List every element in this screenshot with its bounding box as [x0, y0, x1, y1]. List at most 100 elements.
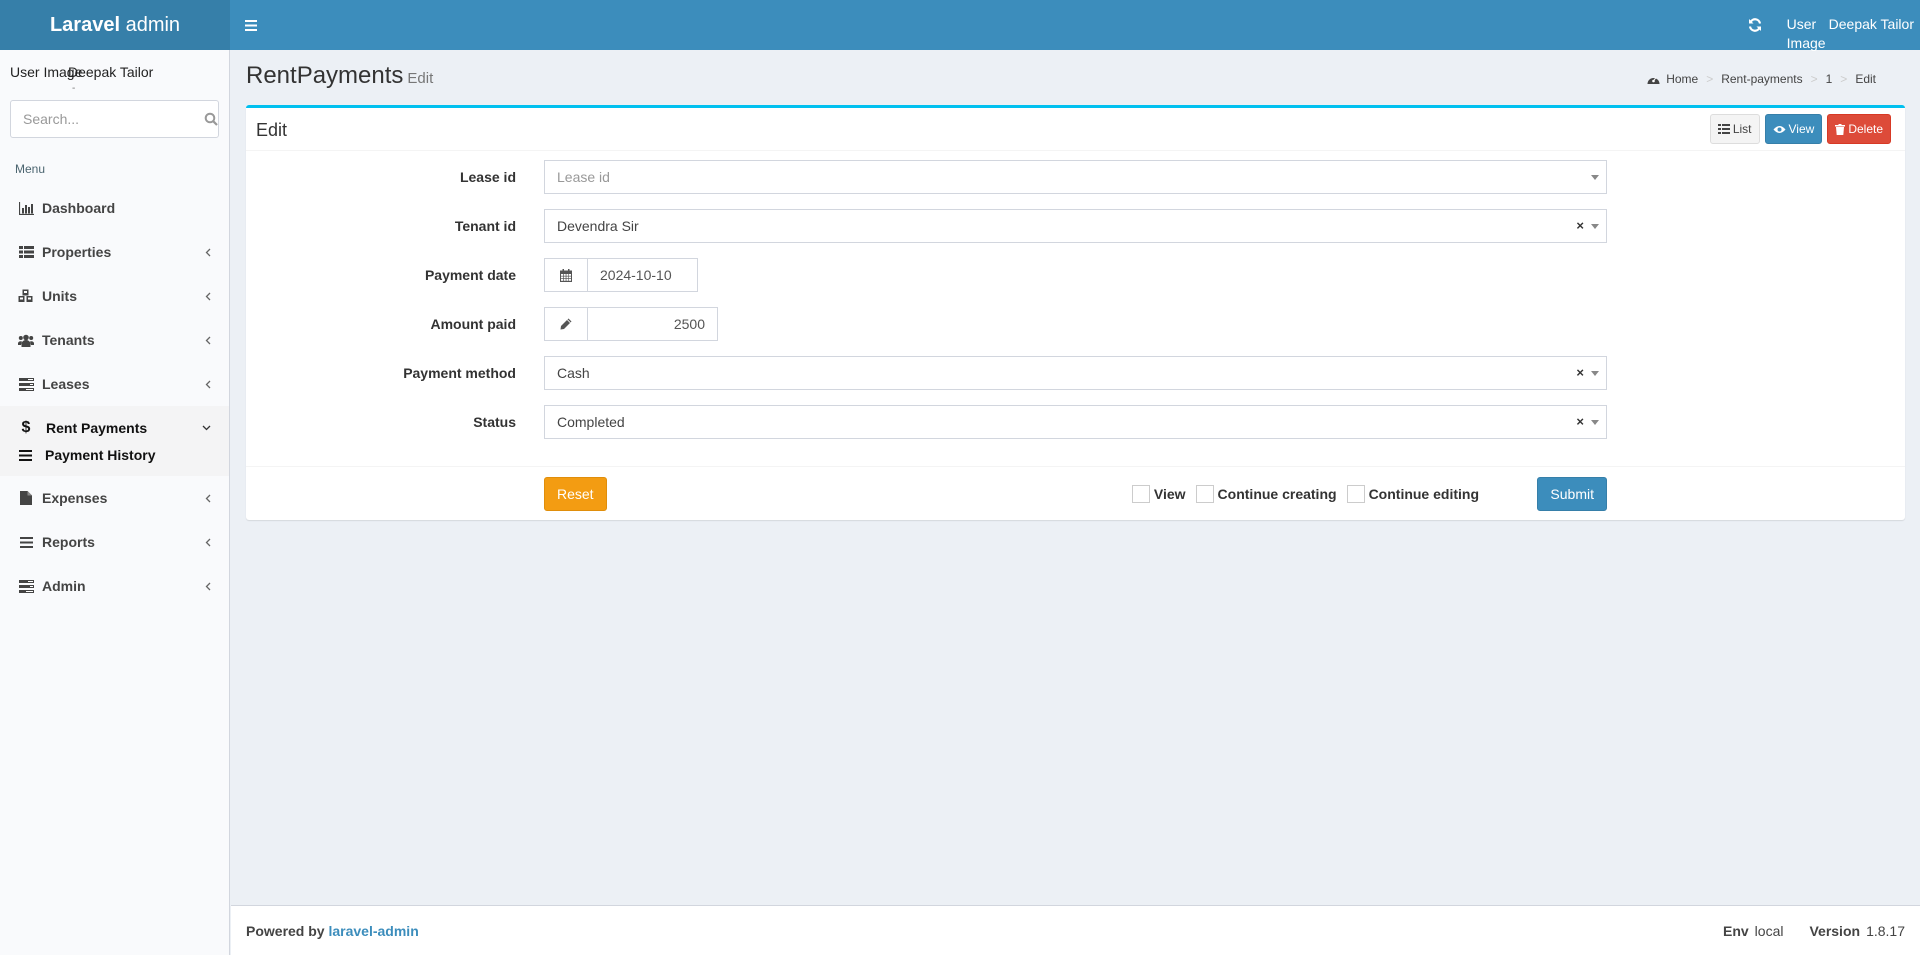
continue-creating-checkbox[interactable]: Continue creating	[1195, 485, 1337, 503]
menu-header: Menu	[15, 162, 46, 176]
pencil-addon	[544, 307, 588, 341]
sidebar-item-label: Admin	[42, 578, 86, 594]
after-save-options: View Continue creating Continue editing	[1131, 477, 1479, 511]
breadcrumb-separator: >	[1840, 72, 1848, 86]
payment-method-value: Cash	[557, 365, 590, 381]
user-menu[interactable]: User Image Deepak Tailor	[1787, 0, 1920, 53]
sidebar-item-label: Rent Payments	[46, 420, 148, 436]
chevron-left-icon	[205, 230, 211, 274]
clear-icon[interactable]: ×	[1576, 406, 1584, 438]
edit-form-box: Edit List View Delete Lease id Lease id	[246, 105, 1905, 520]
chevron-left-icon	[205, 318, 211, 362]
users-icon	[18, 334, 34, 347]
sidebar-search	[10, 100, 219, 138]
refresh-button[interactable]	[1735, 0, 1775, 50]
view-checkbox[interactable]: View	[1131, 485, 1186, 503]
box-tools: List View Delete	[1709, 114, 1891, 144]
sidebar-item-leases[interactable]: Leases	[0, 362, 229, 406]
status-label: Status	[473, 414, 516, 430]
checkbox-box[interactable]	[1195, 485, 1214, 503]
chevron-left-icon	[205, 564, 211, 608]
breadcrumb-separator: >	[1706, 72, 1714, 86]
form-row-payment-method: Payment method Cash ×	[246, 356, 1646, 390]
sidebar-toggle-button[interactable]	[236, 0, 266, 50]
clear-icon[interactable]: ×	[1576, 210, 1584, 242]
sidebar-user-status: -	[72, 83, 76, 94]
sidebar-item-label: Expenses	[42, 490, 108, 506]
sidebar-item-properties[interactable]: Properties	[0, 230, 229, 274]
powered-by: Powered by laravel-admin	[246, 923, 419, 939]
search-button[interactable]	[204, 102, 218, 136]
form-row-amount-paid: Amount paid	[246, 307, 1646, 341]
env-version: Env local Version 1.8.17	[1723, 923, 1905, 939]
sidebar-item-dashboard[interactable]: Dashboard	[0, 186, 229, 230]
env-value: local	[1754, 923, 1784, 939]
sidebar-item-label: Tenants	[42, 332, 95, 348]
laravel-admin-link[interactable]: laravel-admin	[328, 923, 418, 939]
tasks-icon	[18, 377, 34, 391]
payment-date-label: Payment date	[424, 267, 516, 283]
payment-method-label: Payment method	[403, 365, 516, 381]
chevron-left-icon	[205, 362, 211, 406]
tenant-id-select[interactable]: Devendra Sir ×	[544, 209, 1607, 243]
hamburger-icon	[245, 19, 257, 31]
view-button[interactable]: View	[1764, 114, 1823, 144]
sidebar-item-expenses[interactable]: Expenses	[0, 476, 229, 520]
checkbox-box[interactable]	[1346, 485, 1365, 503]
dashboard-icon	[1647, 76, 1660, 84]
payment-method-select[interactable]: Cash ×	[544, 356, 1607, 390]
checkbox-box[interactable]	[1131, 485, 1150, 503]
sidebar-item-tenants[interactable]: Tenants	[0, 318, 229, 362]
sidebar-item-label: Units	[42, 288, 77, 304]
view-button-label: View	[1788, 122, 1815, 136]
breadcrumb: Home > Rent-payments > 1 > Edit	[1647, 72, 1876, 86]
sidebar-user-name: Deepak Tailor	[68, 64, 154, 80]
continue-editing-checkbox[interactable]: Continue editing	[1346, 485, 1479, 503]
tasks-icon	[18, 579, 34, 593]
checkbox-label: Continue editing	[1368, 486, 1479, 502]
tenant-id-value: Devendra Sir	[557, 218, 639, 234]
breadcrumb-home[interactable]: Home	[1666, 72, 1698, 86]
chevron-left-icon	[205, 520, 211, 564]
dropdown-arrow-icon	[1591, 420, 1599, 425]
lease-id-placeholder: Lease id	[557, 169, 610, 185]
chevron-left-icon	[205, 476, 211, 520]
sidebar-item-rent-payments[interactable]: $ Rent Payments	[0, 406, 229, 450]
clear-icon[interactable]: ×	[1576, 357, 1584, 389]
delete-button[interactable]: Delete	[1827, 114, 1891, 144]
payment-date-input[interactable]	[588, 258, 698, 292]
status-select[interactable]: Completed ×	[544, 405, 1607, 439]
sidebar-item-reports[interactable]: Reports	[0, 520, 229, 564]
sidebar-item-units[interactable]: Units	[0, 274, 229, 318]
breadcrumb-separator: >	[1810, 72, 1818, 86]
submit-button[interactable]: Submit	[1537, 477, 1607, 511]
breadcrumb-current: Edit	[1855, 72, 1876, 86]
sidebar-item-admin[interactable]: Admin	[0, 564, 229, 608]
dollar-icon: $	[21, 419, 31, 436]
dropdown-arrow-icon	[1591, 371, 1599, 376]
list-button[interactable]: List	[1709, 114, 1760, 144]
checkbox-label: Continue creating	[1217, 486, 1337, 502]
user-panel: User Image Deepak Tailor -	[0, 50, 229, 100]
chevron-down-icon	[202, 406, 211, 450]
sidebar: User Image Deepak Tailor - Menu Dashboar…	[0, 50, 230, 955]
amount-paid-input[interactable]	[588, 307, 718, 341]
powered-by-text: Powered by	[246, 923, 325, 939]
sidebar-search-input[interactable]	[11, 102, 204, 136]
reset-button[interactable]: Reset	[544, 477, 607, 511]
env-label: Env	[1722, 923, 1749, 939]
lease-id-select[interactable]: Lease id	[544, 160, 1607, 194]
search-icon	[204, 112, 218, 126]
logo-bold-text: Laravel	[49, 14, 121, 36]
breadcrumb-id[interactable]: 1	[1826, 72, 1833, 86]
form-row-lease-id: Lease id Lease id	[246, 160, 1646, 194]
refresh-icon	[1748, 18, 1761, 32]
form-row-status: Status Completed ×	[246, 405, 1646, 439]
user-avatar: User Image	[1786, 16, 1826, 51]
version-value: 1.8.17	[1866, 923, 1905, 939]
delete-button-label: Delete	[1848, 122, 1883, 136]
file-icon	[20, 491, 32, 505]
app-logo[interactable]: Laravel admin	[0, 0, 230, 50]
breadcrumb-rent-payments[interactable]: Rent-payments	[1721, 72, 1802, 86]
top-navbar: Laravel admin User Image Deepak Tailor	[0, 0, 1920, 53]
